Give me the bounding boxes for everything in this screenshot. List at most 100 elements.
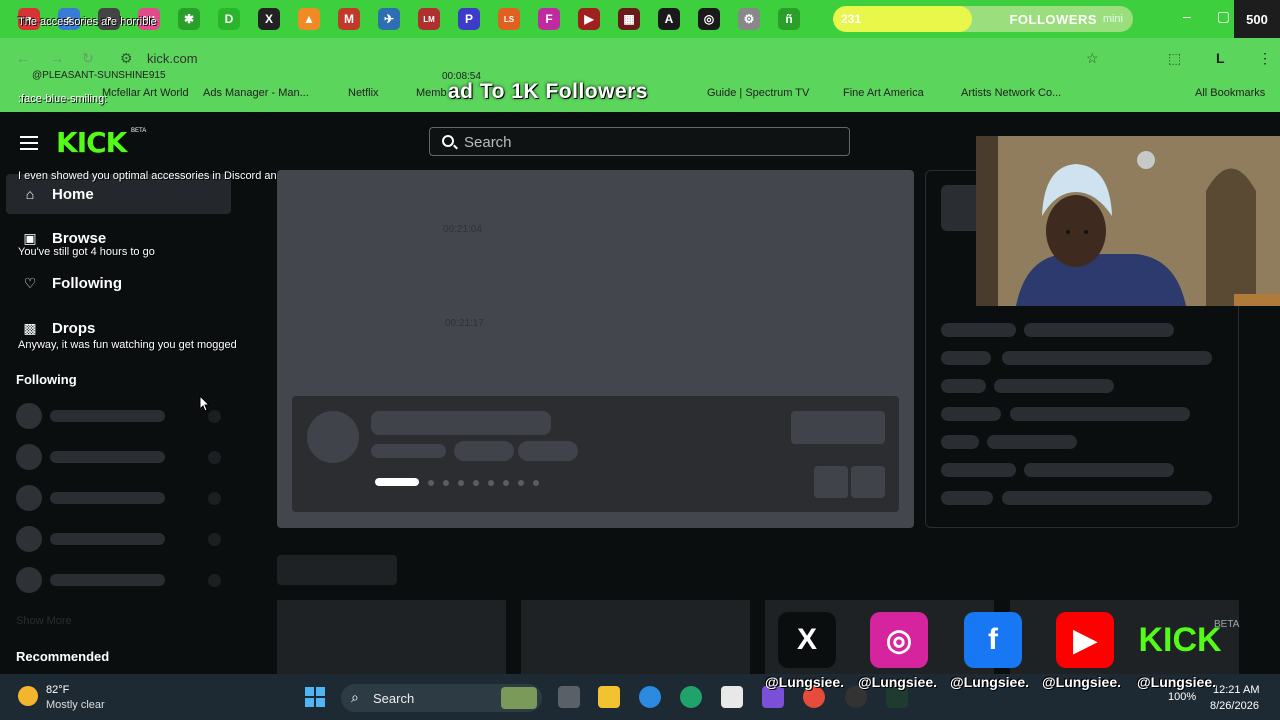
url-field[interactable]: kick.com — [147, 51, 198, 66]
bookmark-item[interactable]: Artists Network Co... — [961, 87, 1061, 99]
tab-favicon-14[interactable]: F — [538, 8, 560, 30]
bookmark-item[interactable]: Memb — [416, 87, 447, 99]
show-more-link[interactable]: Show More — [16, 615, 72, 627]
kick-icon[interactable]: KICK — [1138, 612, 1222, 668]
windows-start-icon[interactable] — [305, 687, 325, 707]
x-icon[interactable]: X — [778, 612, 836, 668]
search-input[interactable]: Search — [429, 127, 850, 156]
featured-player-skeleton[interactable]: 00:21:04 00:21:17 — [277, 170, 914, 528]
social-handle: @Lungsiee. — [858, 674, 937, 690]
nav-following[interactable]: ♡ Following — [6, 263, 231, 303]
tab-favicon-10[interactable]: ✈ — [378, 8, 400, 30]
bookmark-item[interactable]: Netflix — [348, 87, 379, 99]
facebook-icon[interactable]: f — [964, 612, 1022, 668]
store-icon[interactable] — [721, 686, 743, 708]
ghost-timestamp: 00:21:04 — [443, 224, 482, 235]
taskbar-search[interactable]: ⌕ Search — [341, 684, 542, 712]
chat-overlay-message: You've still got 4 hours to go — [18, 246, 155, 258]
tab-favicon-13[interactable]: LS — [498, 8, 520, 30]
carousel-dot[interactable] — [533, 480, 539, 486]
file-explorer-icon[interactable] — [598, 686, 620, 708]
site-info-icon[interactable]: ⚙ — [120, 50, 133, 67]
bookmark-item[interactable]: Fine Art America — [843, 87, 924, 99]
skeleton-line — [941, 407, 1001, 421]
carousel-dot[interactable] — [518, 480, 524, 486]
carousel-dot[interactable] — [428, 480, 434, 486]
next-button[interactable] — [851, 466, 885, 498]
all-bookmarks[interactable]: All Bookmarks — [1195, 87, 1265, 99]
carousel-dot[interactable] — [473, 480, 479, 486]
following-header: Following — [16, 372, 77, 387]
tab-favicon-12[interactable]: P — [458, 8, 480, 30]
bookmark-star-icon[interactable]: ☆ — [1086, 50, 1099, 67]
extensions-icon[interactable]: ⬚ — [1168, 50, 1181, 67]
task-view-icon[interactable] — [558, 686, 580, 708]
nav-label: Drops — [52, 319, 96, 337]
follower-count: 231 — [841, 12, 862, 26]
featured-stream-card[interactable] — [292, 396, 899, 512]
forward-icon[interactable]: → — [50, 50, 64, 66]
webcam-overlay — [976, 136, 1280, 306]
skeleton-line — [994, 379, 1114, 393]
carousel-active-indicator[interactable] — [375, 478, 419, 486]
skeleton-thumbnail[interactable] — [277, 600, 506, 674]
help-icon[interactable] — [639, 686, 661, 708]
social-handle: @Lungsiee. — [1042, 674, 1121, 690]
skeleton-line — [50, 451, 165, 463]
bookmark-item[interactable]: Guide | Spectrum TV — [707, 87, 809, 99]
tab-favicon-16[interactable]: ▦ — [618, 8, 640, 30]
social-handle: @Lungsiee. — [1137, 674, 1216, 690]
skeleton-line — [371, 444, 446, 458]
menu-dots-icon[interactable]: ⋮ — [1258, 50, 1272, 67]
skeleton-line — [50, 574, 165, 586]
overlay-emote-text: :face-blue-smiling: — [18, 93, 108, 105]
tab-favicon-19[interactable]: ⚙ — [738, 8, 760, 30]
clock-date[interactable]: 8/26/2026 — [1210, 700, 1259, 712]
chat-overlay-message: The accessories are horrible — [18, 16, 157, 28]
tab-favicon-8[interactable]: ▲ — [298, 8, 320, 30]
edge-icon[interactable] — [680, 686, 702, 708]
carousel-dot[interactable] — [503, 480, 509, 486]
beta-badge: BETA — [131, 128, 147, 134]
skeleton-avatar — [16, 567, 42, 593]
tab-favicon-18[interactable]: ◎ — [698, 8, 720, 30]
tab-favicon-15[interactable]: ▶ — [578, 8, 600, 30]
weather-temperature[interactable]: 82°F — [46, 684, 69, 696]
skeleton-tag — [518, 441, 578, 461]
heart-icon: ♡ — [23, 274, 37, 291]
skeleton-avatar — [307, 411, 359, 463]
tab-favicon-17[interactable]: A — [658, 8, 680, 30]
follower-goal-bar: 231 FOLLOWERS mini — [833, 6, 1133, 32]
nav-label: Following — [52, 274, 122, 292]
carousel-dot[interactable] — [488, 480, 494, 486]
tab-favicon-11[interactable]: LM — [418, 8, 440, 30]
prev-button[interactable] — [814, 466, 848, 498]
battery-level[interactable]: 100% — [1168, 691, 1196, 703]
tab-favicon-7[interactable]: X — [258, 8, 280, 30]
clock-time[interactable]: 12:21 AM — [1213, 684, 1259, 696]
youtube-icon[interactable]: ▶ — [1056, 612, 1114, 668]
skeleton-thumbnail[interactable] — [521, 600, 750, 674]
carousel-dot[interactable] — [458, 480, 464, 486]
window-controls: – ▢ ✕ — [1183, 8, 1230, 25]
home-icon: ⌂ — [25, 186, 35, 202]
skeleton-avatar — [16, 444, 42, 470]
weather-description[interactable]: Mostly clear — [46, 699, 105, 711]
weather-icon[interactable] — [18, 686, 38, 706]
back-icon[interactable]: ← — [16, 50, 30, 66]
restore-button[interactable]: ▢ — [1217, 8, 1230, 25]
reload-icon[interactable]: ↻ — [82, 50, 94, 67]
menu-icon[interactable] — [20, 136, 38, 154]
carousel-dot[interactable] — [443, 480, 449, 486]
profile-avatar[interactable]: L — [1216, 50, 1225, 66]
tab-favicon-5[interactable]: ✱ — [178, 8, 200, 30]
bookmark-item[interactable]: Ads Manager - Man... — [203, 87, 309, 99]
tab-favicon-20[interactable]: ñ — [778, 8, 800, 30]
kick-logo[interactable]: KICK — [56, 126, 127, 159]
tab-favicon-9[interactable]: M — [338, 8, 360, 30]
search-icon — [442, 135, 454, 147]
minimize-button[interactable]: – — [1183, 8, 1191, 25]
bookmark-item[interactable]: Mcfellar Art World — [102, 87, 189, 99]
instagram-icon[interactable]: ◎ — [870, 612, 928, 668]
tab-favicon-6[interactable]: D — [218, 8, 240, 30]
